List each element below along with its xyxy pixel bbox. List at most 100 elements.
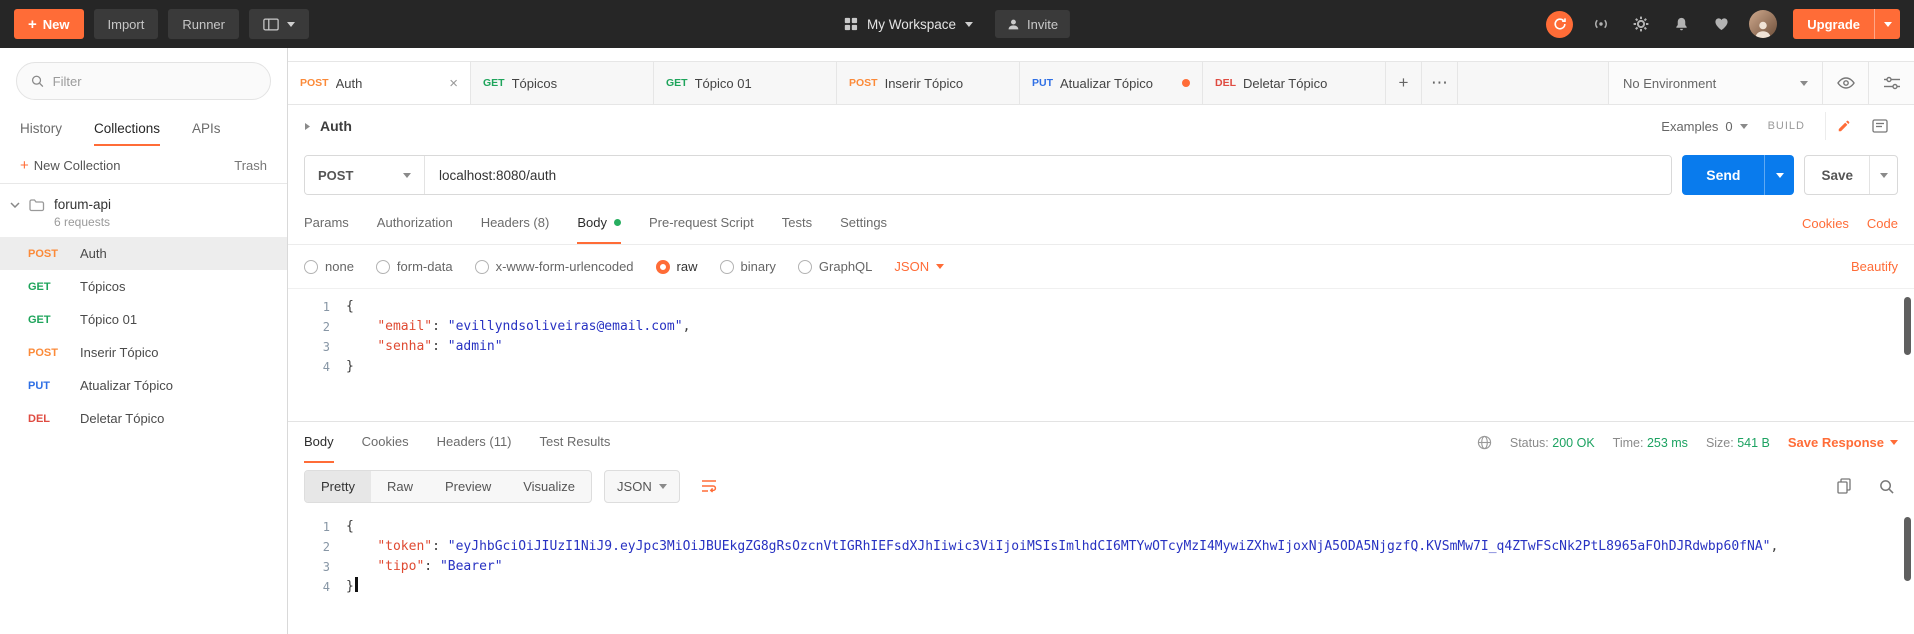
url-combo: POST — [304, 155, 1673, 195]
scrollbar-thumb[interactable] — [1904, 517, 1911, 581]
docs-panel-button[interactable] — [1862, 112, 1898, 140]
upgrade-menu-button[interactable] — [1874, 9, 1900, 39]
body-mode-binary[interactable]: binary — [719, 259, 776, 274]
new-button-label: New — [42, 16, 70, 32]
request-tab-pre-request-script[interactable]: Pre-request Script — [649, 203, 754, 244]
collection-folder-icon — [29, 199, 45, 212]
response-body-editor[interactable]: 1{2 "token": "eyJhbGciOiJIUzI1NiJ9.eyJpc… — [288, 509, 1914, 634]
examples-dropdown[interactable]: Examples 0 — [1661, 119, 1748, 134]
open-tab-inserir-t-pico[interactable]: POST Inserir Tópico — [837, 62, 1020, 104]
url-bar: POST Send Save — [288, 147, 1914, 203]
body-mode-form-data[interactable]: form-data — [375, 259, 453, 274]
save-options-button[interactable] — [1869, 156, 1897, 194]
api-network-button[interactable] — [1589, 12, 1613, 36]
new-button[interactable]: + New — [14, 9, 84, 39]
sidebar-request-t-picos[interactable]: GET Tópicos — [0, 270, 287, 303]
wrap-text-button[interactable] — [692, 470, 726, 502]
url-input[interactable] — [425, 156, 1672, 194]
runner-button[interactable]: Runner — [168, 9, 239, 39]
breadcrumb[interactable]: Auth — [304, 118, 352, 134]
sidebar-request-inserir-t-pico[interactable]: POST Inserir Tópico — [0, 336, 287, 369]
request-tab-headers-8-[interactable]: Headers (8) — [481, 203, 550, 244]
response-view-raw[interactable]: Raw — [371, 471, 429, 502]
response-tabs-row: Body Cookies Headers (11) Test Results Stat… — [288, 421, 1914, 463]
response-tab-cookies[interactable]: Cookies — [362, 422, 409, 463]
line-number: 4 — [322, 360, 330, 374]
sync-status-button[interactable] — [1546, 10, 1574, 38]
open-tab-t-pico-01[interactable]: GET Tópico 01 — [654, 62, 837, 104]
response-view-pretty[interactable]: Pretty — [305, 470, 371, 502]
sidebar-tab-apis[interactable]: APIs — [192, 112, 221, 146]
open-tab-atualizar-t-pico[interactable]: PUT Atualizar Tópico — [1020, 62, 1203, 104]
mode-label: GraphQL — [818, 259, 873, 274]
beautify-link[interactable]: Beautify — [1851, 259, 1898, 274]
response-meta: Status: 200 OK Time: 253 ms Size: 541 B … — [1477, 435, 1898, 450]
workspace-switcher[interactable]: My Workspace — [844, 17, 973, 32]
body-mode-x-www-form-urlencoded[interactable]: x-www-form-urlencoded — [474, 259, 634, 274]
body-language-selector[interactable]: JSON — [894, 259, 945, 274]
workspace-name: My Workspace — [866, 16, 956, 32]
filter-input[interactable] — [52, 73, 256, 89]
open-tab-auth[interactable]: POST Auth × — [288, 62, 471, 104]
response-toolbar: Pretty Raw Preview Visualize JSON — [288, 463, 1914, 509]
open-tab-deletar-t-pico[interactable]: DEL Deletar Tópico — [1203, 62, 1386, 104]
request-tab-params[interactable]: Params — [304, 203, 349, 244]
import-button[interactable]: Import — [93, 9, 159, 39]
settings-button[interactable] — [1629, 12, 1653, 36]
save-button[interactable]: Save — [1805, 156, 1869, 194]
save-response-button[interactable]: Save Response — [1788, 435, 1898, 450]
sidebar-request-auth[interactable]: POST Auth — [0, 237, 287, 270]
close-tab-icon[interactable]: × — [449, 75, 458, 92]
new-collection-button[interactable]: + New Collection — [20, 158, 120, 173]
request-tab-body[interactable]: Body — [577, 203, 621, 244]
header-right-actions: Upgrade — [1546, 9, 1900, 39]
response-tab-body[interactable]: Body — [304, 422, 334, 463]
request-tab-settings[interactable]: Settings — [840, 203, 887, 244]
filter-box — [16, 62, 271, 100]
favorites-button[interactable] — [1709, 12, 1733, 36]
response-view-visualize[interactable]: Visualize — [507, 471, 591, 502]
response-tab-headers-11-[interactable]: Headers (11) — [437, 422, 512, 463]
upgrade-button[interactable]: Upgrade — [1793, 9, 1874, 39]
send-options-button[interactable] — [1764, 155, 1795, 195]
tab-add-button[interactable]: + — [1386, 62, 1422, 104]
body-mode-raw[interactable]: raw — [655, 259, 698, 274]
request-list: POST Auth GET Tópicos GET Tópico 01 POST Inseri… — [0, 237, 287, 435]
notifications-button[interactable] — [1669, 12, 1693, 36]
environment-settings-button[interactable] — [1868, 62, 1914, 104]
copy-response-button[interactable] — [1832, 474, 1856, 498]
response-tabs: Body Cookies Headers (11) Test Results — [304, 422, 610, 463]
sidebar-request-t-pico-01[interactable]: GET Tópico 01 — [0, 303, 287, 336]
edit-mode-button[interactable] — [1826, 112, 1862, 140]
sidebar-request-deletar-t-pico[interactable]: DEL Deletar Tópico — [0, 402, 287, 435]
sidebar-tab-collections[interactable]: Collections — [94, 112, 161, 146]
body-mode-none[interactable]: none — [304, 259, 354, 274]
scrollbar-thumb[interactable] — [1904, 297, 1911, 355]
bell-icon — [1676, 17, 1687, 31]
collection-header[interactable]: forum-api 6 requests — [0, 184, 287, 237]
open-new-window-button[interactable] — [248, 9, 309, 39]
environment-quick-look-button[interactable] — [1822, 62, 1868, 104]
code-link[interactable]: Code — [1867, 216, 1898, 231]
response-view-preview[interactable]: Preview — [429, 471, 507, 502]
sidebar-request-atualizar-t-pico[interactable]: PUT Atualizar Tópico — [0, 369, 287, 402]
method-selector[interactable]: POST — [305, 156, 425, 194]
response-language-selector[interactable]: JSON — [604, 469, 680, 503]
cookies-link[interactable]: Cookies — [1802, 216, 1849, 231]
request-tab-authorization[interactable]: Authorization — [377, 203, 453, 244]
request-body-editor[interactable]: 1{2 "email": "evillyndsoliveiras@email.c… — [288, 289, 1914, 421]
tab-more-button[interactable]: ⋯ — [1422, 62, 1458, 104]
environment-selector[interactable]: No Environment — [1608, 62, 1822, 104]
open-tab-t-picos[interactable]: GET Tópicos — [471, 62, 654, 104]
code-text: "email": "evillyndsoliveiras@email.com", — [377, 319, 691, 334]
request-tab-tests[interactable]: Tests — [782, 203, 812, 244]
trash-button[interactable]: Trash — [234, 158, 267, 173]
send-button[interactable]: Send — [1682, 155, 1765, 195]
avatar[interactable] — [1749, 10, 1778, 38]
response-tab-test-results[interactable]: Test Results — [540, 422, 611, 463]
body-mode-graphql[interactable]: GraphQL — [797, 259, 873, 274]
search-response-button[interactable] — [1874, 474, 1898, 498]
invite-button[interactable]: Invite — [994, 10, 1071, 38]
sidebar-tab-history[interactable]: History — [20, 112, 62, 146]
radio-icon — [719, 259, 734, 274]
